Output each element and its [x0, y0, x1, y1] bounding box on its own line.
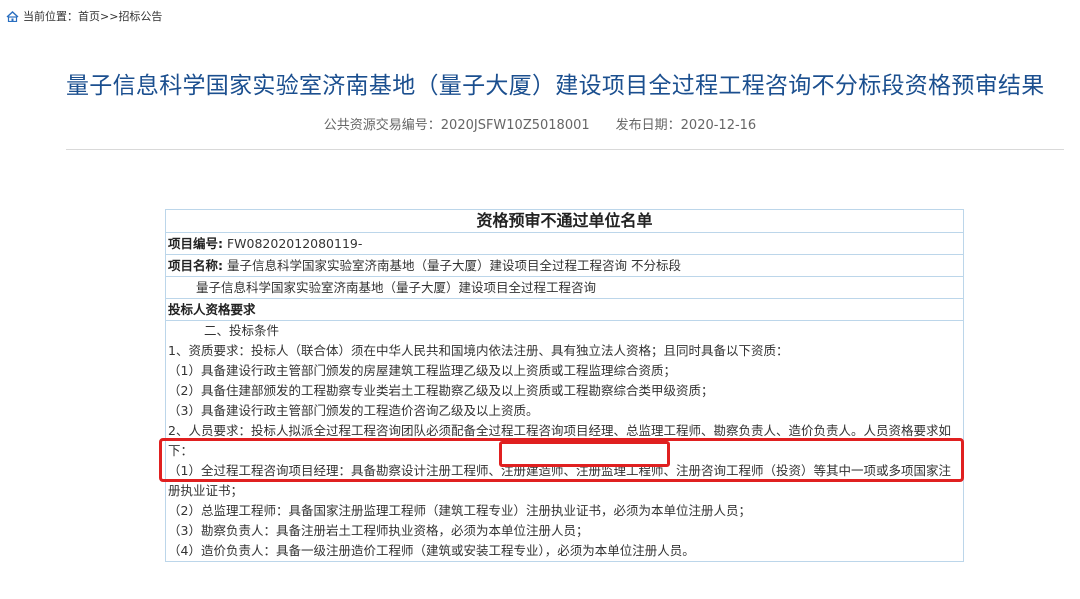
qualification-item-1-2: （2）具备住建部颁发的工程勘察专业类岩土工程勘察乙级及以上资质或工程勘察综合类甲…: [168, 383, 714, 398]
project-name-value: 量子信息科学国家实验室济南基地（量子大厦）建设项目全过程工程咨询 不分标段: [223, 257, 681, 273]
qualification-item-1: 1、资质要求：投标人（联合体）须在中华人民共和国境内依法注册、具有独立法人资格；…: [168, 343, 789, 358]
personnel-item-2: 2、人员要求：投标人拟派全过程工程咨询团队必须配备全过程工程咨询项目经理、总监理…: [168, 423, 951, 458]
breadcrumb-prefix: 当前位置：: [23, 10, 78, 23]
result-table: 资格预审不通过单位名单 项目编号: FW08202012080119- 项目名称…: [165, 209, 964, 562]
trade-no-value: 2020JSFW10Z5018001: [440, 118, 590, 133]
trade-no-label: 公共资源交易编号：: [323, 118, 441, 133]
project-no-label: 项目编号:: [168, 235, 223, 251]
project-name-label: 项目名称:: [168, 257, 223, 273]
qualification-item-1-3: （3）具备建设行政主管部门颁发的工程造价咨询乙级及以上资质。: [168, 403, 539, 418]
requirements-heading-row: 投标人资格要求: [165, 298, 964, 321]
project-no-row: 项目编号: FW08202012080119-: [165, 232, 964, 255]
breadcrumb-separator: >>: [100, 9, 119, 23]
personnel-item-2-3: （3）勘察负责人：具备注册岩土工程师执业资格，必须为本单位注册人员；: [168, 523, 589, 538]
announcement-meta: 公共资源交易编号：2020JSFW10Z5018001 发布日期：2020-12-…: [0, 114, 1080, 133]
home-icon: [6, 10, 19, 22]
requirements-body: 二、投标条件 1、资质要求：投标人（联合体）须在中华人民共和国境内依法注册、具有…: [165, 320, 964, 562]
qualification-item-1-1: （1）具备建设行政主管部门颁发的房屋建筑工程监理乙级及以上资质或工程监理综合资质…: [168, 363, 676, 378]
breadcrumb-current-link[interactable]: 招标公告: [118, 8, 162, 24]
project-name-row: 项目名称: 量子信息科学国家实验室济南基地（量子大厦）建设项目全过程工程咨询 不…: [165, 254, 964, 277]
table-heading: 资格预审不通过单位名单: [165, 209, 964, 233]
requirements-heading: 投标人资格要求: [168, 301, 256, 317]
divider: [66, 149, 1064, 150]
breadcrumb: 当前位置： 首页 >> 招标公告: [6, 8, 162, 24]
section-two: 二、投标条件: [204, 323, 280, 338]
project-name-line2: 量子信息科学国家实验室济南基地（量子大厦）建设项目全过程工程咨询: [165, 276, 964, 299]
personnel-item-2-2: （2）总监理工程师：具备国家注册监理工程师（建筑工程专业）注册执业证书，必须为本…: [168, 503, 751, 518]
project-no-value: FW08202012080119-: [223, 235, 363, 251]
breadcrumb-home-link[interactable]: 首页: [78, 8, 100, 24]
page-title: 量子信息科学国家实验室济南基地（量子大厦）建设项目全过程工程咨询不分标段资格预审…: [66, 73, 1045, 99]
personnel-item-2-1: （1）全过程工程咨询项目经理：具备勘察设计注册工程师、注册建造师、注册监理工程师…: [168, 463, 951, 498]
date-value: 2020-12-16: [680, 118, 757, 133]
personnel-item-2-4: （4）造价负责人：具备一级注册造价工程师（建筑或安装工程专业），必须为本单位注册…: [168, 543, 695, 558]
date-label: 发布日期：: [615, 118, 681, 133]
